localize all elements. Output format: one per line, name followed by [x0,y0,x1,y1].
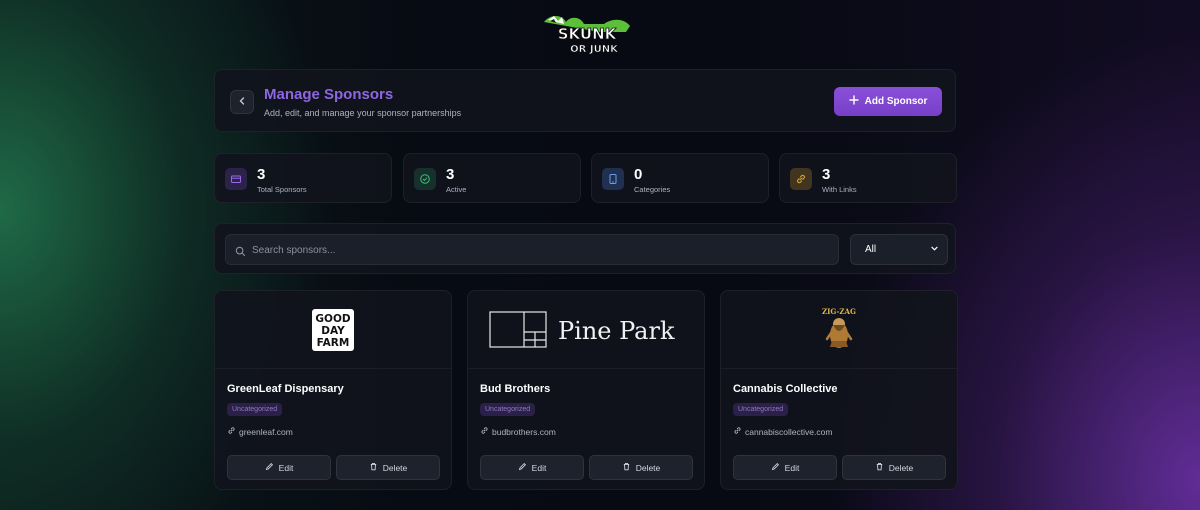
stat-with-links: 3 With Links [779,153,957,203]
stat-value: 3 [257,166,266,183]
stat-value: 0 [634,166,643,183]
stat-label: Active [446,185,467,194]
link-icon [733,426,742,437]
svg-text:Pine Park: Pine Park [558,317,675,345]
edit-button[interactable]: Edit [733,455,837,480]
stat-label: With Links [822,185,857,194]
svg-text:GOOD: GOOD [315,313,350,325]
pencil-icon [771,462,780,473]
sponsor-link[interactable]: cannabiscollective.com [733,426,832,437]
delete-button[interactable]: Delete [336,455,440,480]
card-icon [225,168,247,190]
plus-icon [848,95,859,108]
stat-label: Categories [634,185,671,194]
svg-text:DAY: DAY [321,325,345,337]
sponsor-link[interactable]: greenleaf.com [227,426,293,437]
sponsor-logo: ZIG-ZAG [721,291,957,369]
link-icon [480,426,489,437]
edit-label: Edit [278,462,294,473]
back-button[interactable] [230,90,254,114]
chevron-down-icon [930,244,939,256]
link-icon [227,426,236,437]
good-day-farm-logo: GOOD DAY FARM [312,308,354,351]
category-badge: Uncategorized [227,403,283,416]
skunk-or-junk-logo: SKUNK OR JUNK [540,12,634,56]
zig-zag-logo: ZIG-ZAG [822,307,856,348]
pencil-icon [518,462,527,473]
edit-label: Edit [784,462,800,473]
trash-icon [622,462,631,473]
delete-label: Delete [888,462,914,473]
page-subtitle: Add, edit, and manage your sponsor partn… [264,108,462,118]
sponsor-url: cannabiscollective.com [745,426,833,437]
search-input[interactable] [252,241,822,259]
delete-label: Delete [382,462,408,473]
trash-icon [875,462,884,473]
pine-park-logo: Pine Park [489,310,675,348]
tablet-icon [602,168,624,190]
delete-button[interactable]: Delete [842,455,946,480]
stat-value: 3 [446,166,455,183]
sponsor-logo: GOOD DAY FARM [215,291,451,369]
chevron-left-icon [237,93,247,111]
delete-button[interactable]: Delete [589,455,693,480]
svg-text:ZIG-ZAG: ZIG-ZAG [822,307,856,316]
trash-icon [369,462,378,473]
sponsor-url: budbrothers.com [492,426,556,437]
check-circle-icon [414,168,436,190]
stat-value: 3 [822,166,831,183]
sponsor-url: greenleaf.com [239,426,293,437]
add-sponsor-button[interactable]: Add Sponsor [834,87,942,116]
sponsor-name: Bud Brothers [480,383,551,395]
stat-total-sponsors: 3 Total Sponsors [214,153,392,203]
page-title: Manage Sponsors [264,86,394,103]
edit-button[interactable]: Edit [480,455,584,480]
link-icon [790,168,812,190]
filter-value: All [865,244,877,255]
search-icon [235,244,246,262]
svg-text:FARM: FARM [317,337,350,349]
category-badge: Uncategorized [733,403,789,416]
edit-label: Edit [531,462,547,473]
svg-text:SKUNK: SKUNK [558,25,618,43]
pencil-icon [265,462,274,473]
sponsor-card: ZIG-ZAG Cannabis Collective Uncategorize… [720,290,958,490]
stat-categories: 0 Categories [591,153,769,203]
svg-text:OR JUNK: OR JUNK [570,44,619,55]
stat-label: Total Sponsors [257,185,307,194]
category-badge: Uncategorized [480,403,536,416]
page-header: Manage Sponsors Add, edit, and manage yo… [214,69,956,132]
sponsor-card: Pine Park Bud Brothers Uncategorized bud… [467,290,705,490]
sponsor-link[interactable]: budbrothers.com [480,426,556,437]
stat-active: 3 Active [403,153,581,203]
sponsor-card: GOOD DAY FARM GreenLeaf Dispensary Uncat… [214,290,452,490]
sponsor-logo: Pine Park [468,291,704,369]
add-sponsor-label: Add Sponsor [864,96,928,107]
edit-button[interactable]: Edit [227,455,331,480]
category-filter-select[interactable]: All [850,234,948,265]
sponsor-name: Cannabis Collective [733,383,838,395]
delete-label: Delete [635,462,661,473]
search-bar: All [214,223,956,274]
sponsor-name: GreenLeaf Dispensary [227,383,344,395]
search-field[interactable] [225,234,839,265]
